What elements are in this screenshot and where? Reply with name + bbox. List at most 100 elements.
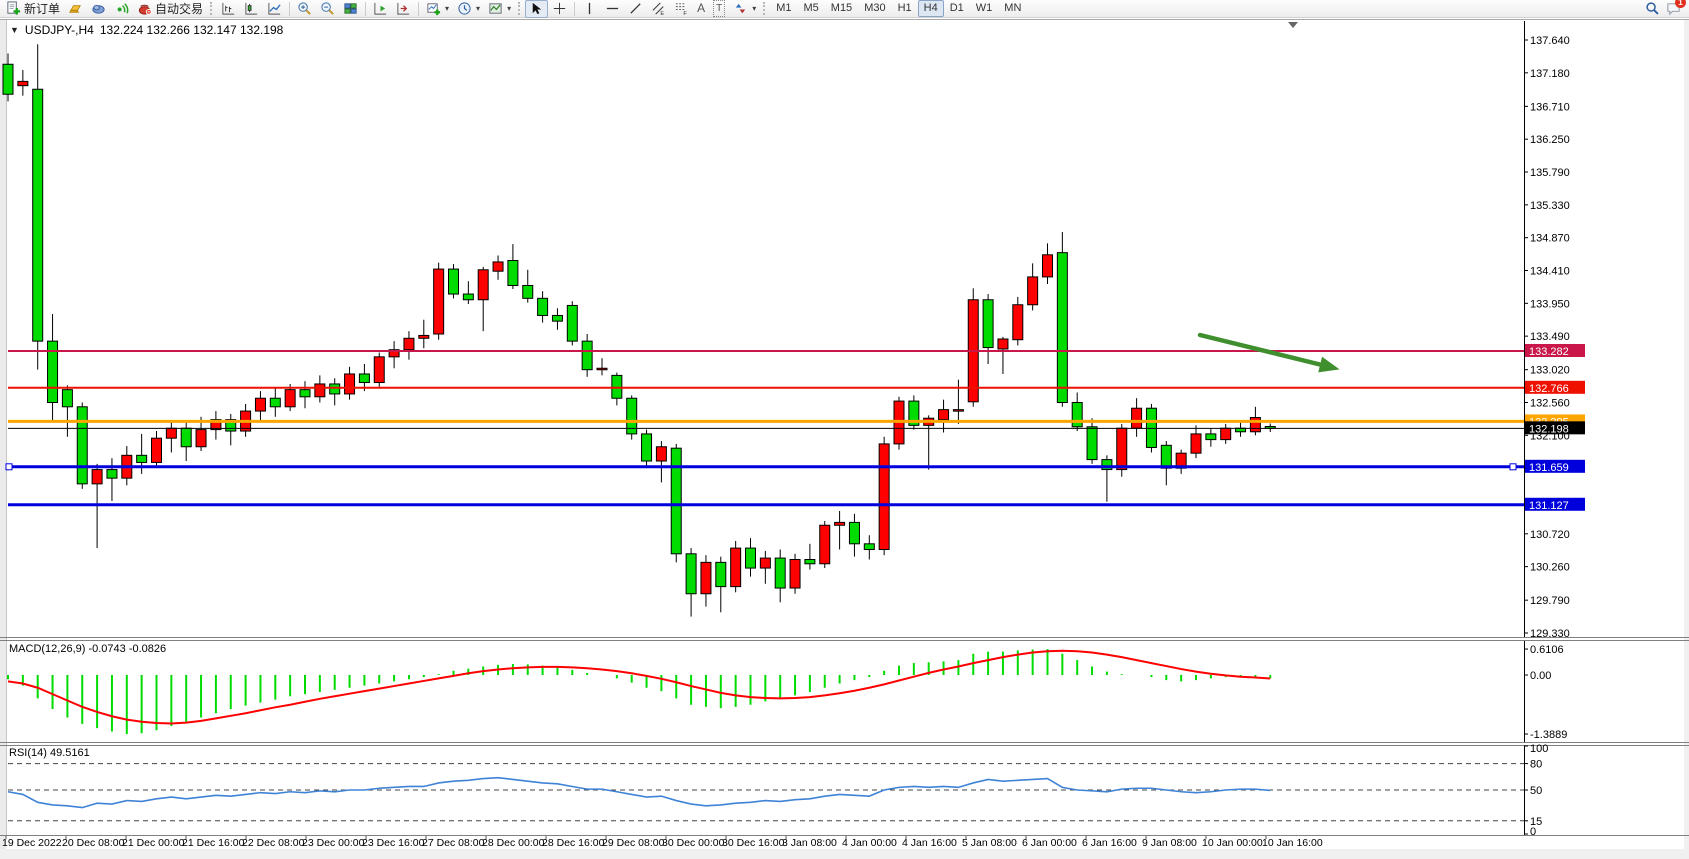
fibonacci-icon: F bbox=[674, 1, 689, 16]
candle bbox=[998, 339, 1008, 349]
candle bbox=[330, 384, 340, 394]
chart-dropdown-icon[interactable]: ▼ bbox=[10, 25, 19, 35]
time-axis-label: 29 Dec 08:00 bbox=[602, 837, 665, 849]
signal-waves-icon bbox=[114, 1, 129, 16]
time-axis-label: 28 Dec 00:00 bbox=[482, 837, 545, 849]
candle bbox=[62, 390, 72, 407]
candle bbox=[1013, 305, 1023, 340]
timeframe-button-m15[interactable]: M15 bbox=[825, 0, 858, 17]
line-chart-button[interactable] bbox=[263, 0, 286, 18]
candle bbox=[983, 300, 993, 348]
candle bbox=[1028, 277, 1038, 305]
search-icon[interactable] bbox=[1645, 1, 1660, 16]
hline-handle[interactable] bbox=[1510, 464, 1516, 470]
autotrade-button[interactable]: 自动交易 bbox=[133, 0, 207, 18]
tile-windows-button[interactable] bbox=[339, 0, 362, 18]
time-axis-label: 23 Dec 00:00 bbox=[302, 837, 365, 849]
svg-text:F: F bbox=[683, 11, 687, 16]
timeframe-button-h1[interactable]: H1 bbox=[892, 0, 918, 17]
timeframe-button-h4[interactable]: H4 bbox=[918, 0, 944, 17]
price-axis-label: 135.330 bbox=[1530, 200, 1570, 212]
price-axis-label: 129.330 bbox=[1530, 628, 1570, 640]
candle bbox=[746, 548, 756, 568]
vertical-line-icon bbox=[582, 1, 597, 16]
bid-price-tag: 132.198 bbox=[1529, 423, 1569, 435]
candle bbox=[196, 430, 206, 447]
arrows-button[interactable]: ▾ bbox=[729, 0, 760, 18]
dropdown-caret-icon: ▾ bbox=[445, 4, 449, 13]
chart-title: ▼ USDJPY-,H4 132.224 132.266 132.147 132… bbox=[10, 23, 283, 37]
dropdown-caret-icon: ▾ bbox=[752, 4, 756, 13]
macd-indicator-label: MACD(12,26,9) -0.0743 -0.0826 bbox=[9, 643, 166, 655]
price-axis-label: 137.640 bbox=[1530, 35, 1570, 47]
timeframe-button-m30[interactable]: M30 bbox=[858, 0, 891, 17]
zoom-out-button[interactable] bbox=[316, 0, 339, 18]
hline-handle[interactable] bbox=[6, 464, 12, 470]
right-edge bbox=[1684, 19, 1689, 859]
candle bbox=[523, 285, 533, 298]
new-order-button[interactable]: 新订单 bbox=[2, 0, 64, 18]
time-axis-label: 19 Dec 2022 bbox=[2, 837, 62, 849]
signals-button[interactable] bbox=[110, 0, 133, 18]
charts-cloud-button[interactable] bbox=[87, 0, 110, 18]
crosshair-button[interactable] bbox=[548, 0, 571, 18]
chart-shift-marker[interactable] bbox=[1288, 22, 1298, 28]
candlestick-chart-button[interactable] bbox=[240, 0, 263, 18]
auto-scroll-button[interactable] bbox=[369, 0, 392, 18]
candle bbox=[939, 410, 949, 420]
zoom-out-icon bbox=[320, 1, 335, 16]
price-axis-label: 135.790 bbox=[1530, 167, 1570, 179]
trendline-button[interactable] bbox=[624, 0, 647, 18]
indicators-button[interactable]: ▾ bbox=[422, 0, 453, 18]
timeframe-button-w1[interactable]: W1 bbox=[970, 0, 999, 17]
timeframe-button-mn[interactable]: MN bbox=[998, 0, 1027, 17]
timeframe-button-m1[interactable]: M1 bbox=[770, 0, 797, 17]
crosshair-icon bbox=[552, 1, 567, 16]
chart-symbol-period: USDJPY-,H4 bbox=[25, 23, 94, 37]
chart-ohlc-values: 132.224 132.266 132.147 132.198 bbox=[100, 23, 284, 37]
horizontal-line-button[interactable] bbox=[601, 0, 624, 18]
svg-text:E: E bbox=[660, 11, 664, 16]
dropdown-caret-icon: ▾ bbox=[476, 4, 480, 13]
candle bbox=[835, 522, 845, 525]
timeframe-button-d1[interactable]: D1 bbox=[944, 0, 970, 17]
candle bbox=[582, 341, 592, 370]
timeframe-button-m5[interactable]: M5 bbox=[798, 0, 825, 17]
candle bbox=[463, 294, 473, 300]
vertical-line-button[interactable] bbox=[578, 0, 601, 18]
candlestick-chart-icon bbox=[244, 1, 259, 16]
price-axis-label: 129.790 bbox=[1530, 595, 1570, 607]
cursor-arrow-icon bbox=[529, 1, 544, 16]
periods-button[interactable]: ▾ bbox=[453, 0, 484, 18]
candle bbox=[77, 407, 87, 484]
candle bbox=[1087, 427, 1097, 460]
candle bbox=[18, 81, 28, 85]
line-chart-icon bbox=[267, 1, 282, 16]
candle bbox=[1250, 417, 1260, 431]
chart-shift-button[interactable] bbox=[392, 0, 415, 18]
fibonacci-button[interactable]: F bbox=[670, 0, 693, 18]
notifications-button[interactable]: 1 bbox=[1666, 1, 1681, 16]
time-axis-label: 5 Jan 08:00 bbox=[962, 837, 1017, 849]
cursor-button[interactable] bbox=[525, 0, 548, 18]
candle bbox=[760, 558, 770, 568]
time-axis-label: 21 Dec 16:00 bbox=[182, 837, 245, 849]
text-button[interactable]: A bbox=[693, 0, 709, 18]
bottom-edge bbox=[0, 849, 1689, 859]
candle bbox=[1072, 403, 1082, 427]
candle bbox=[716, 562, 726, 586]
time-axis-label: 27 Dec 08:00 bbox=[422, 837, 485, 849]
clock-icon bbox=[457, 1, 472, 16]
rsi-axis-label: 80 bbox=[1530, 759, 1542, 771]
time-axis-label: 3 Jan 08:00 bbox=[782, 837, 837, 849]
time-axis-label: 21 Dec 00:00 bbox=[122, 837, 185, 849]
channel-button[interactable]: E bbox=[647, 0, 670, 18]
time-axis-label: 23 Dec 16:00 bbox=[362, 837, 425, 849]
chart-canvas[interactable]: 137.640137.180136.710136.250135.790135.3… bbox=[0, 0, 1689, 859]
templates-button[interactable]: ▾ bbox=[484, 0, 515, 18]
timeframe-toolbar: M1M5M15M30H1H4D1W1MN bbox=[770, 0, 1027, 17]
text-label-button[interactable]: T bbox=[709, 0, 729, 18]
gold-button[interactable] bbox=[64, 0, 87, 18]
bar-chart-button[interactable] bbox=[217, 0, 240, 18]
zoom-in-button[interactable] bbox=[293, 0, 316, 18]
